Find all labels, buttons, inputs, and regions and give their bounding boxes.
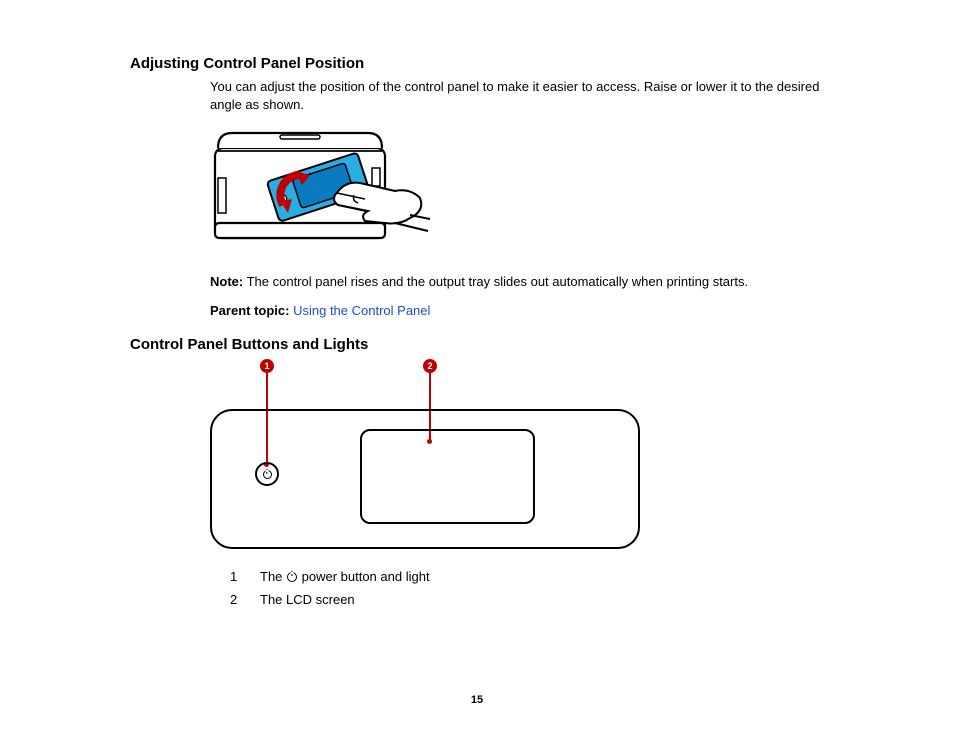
power-button-graphic: [255, 462, 279, 486]
legend-num-2: 2: [230, 592, 260, 607]
lcd-screen-graphic: [360, 429, 535, 524]
parent-topic-link[interactable]: Using the Control Panel: [293, 303, 430, 318]
note-line: Note: The control panel rises and the ou…: [210, 274, 854, 289]
page-number: 15: [0, 694, 954, 706]
body-text-adjust: You can adjust the position of the contr…: [210, 78, 854, 113]
callout-1: 1: [260, 359, 274, 373]
legend-table: 1 The power button and light 2 The LCD s…: [230, 569, 854, 607]
power-icon-inline: [287, 572, 297, 582]
callout-2: 2: [423, 359, 437, 373]
note-body: The control panel rises and the output t…: [243, 274, 748, 289]
legend-num-1: 1: [230, 569, 260, 584]
legend-text-1: The power button and light: [260, 569, 430, 584]
legend-row-1: 1 The power button and light: [230, 569, 854, 584]
heading-buttons-lights: Control Panel Buttons and Lights: [130, 336, 854, 353]
legend-row-2: 2 The LCD screen: [230, 592, 854, 607]
parent-topic-line: Parent topic: Using the Control Panel: [210, 303, 854, 318]
power-icon: [263, 470, 272, 479]
heading-adjusting-position: Adjusting Control Panel Position: [130, 55, 854, 72]
figure-control-panel: 1 2: [210, 359, 645, 549]
figure-printer-adjust: [210, 123, 854, 256]
note-label: Note:: [210, 274, 243, 289]
parent-topic-label: Parent topic:: [210, 303, 289, 318]
legend-text-2: The LCD screen: [260, 592, 355, 607]
